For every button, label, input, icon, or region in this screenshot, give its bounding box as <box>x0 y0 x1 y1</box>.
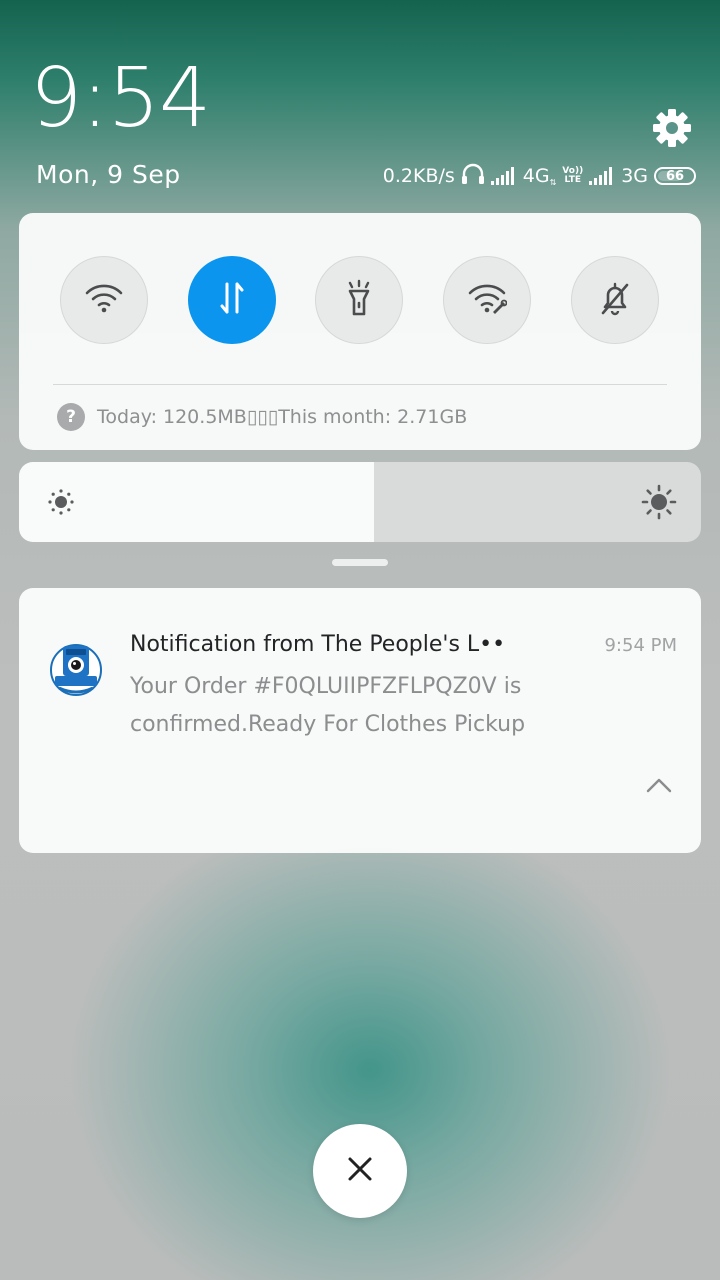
help-icon[interactable]: ? <box>57 403 85 431</box>
notification-card[interactable]: Notification from The People's L•• 9:54 … <box>19 588 701 853</box>
close-button[interactable] <box>313 1124 407 1218</box>
volte-icon: Vo)) LTE <box>562 166 584 185</box>
wifi-icon <box>84 282 124 318</box>
silent-toggle[interactable] <box>571 256 659 344</box>
notification-title: Notification from The People's L•• <box>130 632 506 657</box>
gear-icon[interactable] <box>652 108 692 148</box>
quick-settings-panel: ? Today: 120.5MB▯▯▯This month: 2.71GB <box>19 213 701 450</box>
signal-strength-icon <box>490 167 517 185</box>
wifi-toggle[interactable] <box>60 256 148 344</box>
clock-time: 9:54 <box>30 51 211 146</box>
flashlight-icon <box>342 279 376 321</box>
status-bar: 0.2KB/s 4G⇅ Vo)) LTE 3G 66 <box>383 162 696 190</box>
network-speed: 0.2KB/s <box>382 165 455 187</box>
app-icon <box>49 640 103 698</box>
divider <box>53 384 667 385</box>
data-usage-text: Today: 120.5MB▯▯▯This month: 2.71GB <box>97 406 468 428</box>
close-icon <box>345 1154 375 1188</box>
notification-body: Your Order #F0QLUIIPFZFLPQZ0V is confirm… <box>130 674 526 737</box>
wifi-hotspot-icon <box>467 282 508 318</box>
sim1-network-type: 4G⇅ <box>522 165 557 187</box>
brightness-low-icon <box>47 488 75 520</box>
sim2-network-type: 3G <box>621 165 648 187</box>
battery-indicator: 66 <box>654 167 696 185</box>
flashlight-toggle[interactable] <box>315 256 403 344</box>
notification-time: 9:54 PM <box>604 635 677 656</box>
headphones-icon <box>461 163 485 190</box>
panel-drag-handle[interactable] <box>332 559 388 566</box>
brightness-high-icon <box>641 484 677 524</box>
date-label: Mon, 9 Sep <box>36 160 181 189</box>
mobile-data-toggle[interactable] <box>188 256 276 344</box>
chevron-up-icon[interactable] <box>645 776 673 798</box>
data-usage-row[interactable]: ? Today: 120.5MB▯▯▯This month: 2.71GB <box>57 403 467 431</box>
signal-strength-icon <box>589 167 615 185</box>
bell-off-icon <box>598 280 632 320</box>
brightness-slider[interactable] <box>19 462 701 542</box>
hotspot-toggle[interactable] <box>443 256 531 344</box>
data-transfer-icon <box>217 281 247 319</box>
